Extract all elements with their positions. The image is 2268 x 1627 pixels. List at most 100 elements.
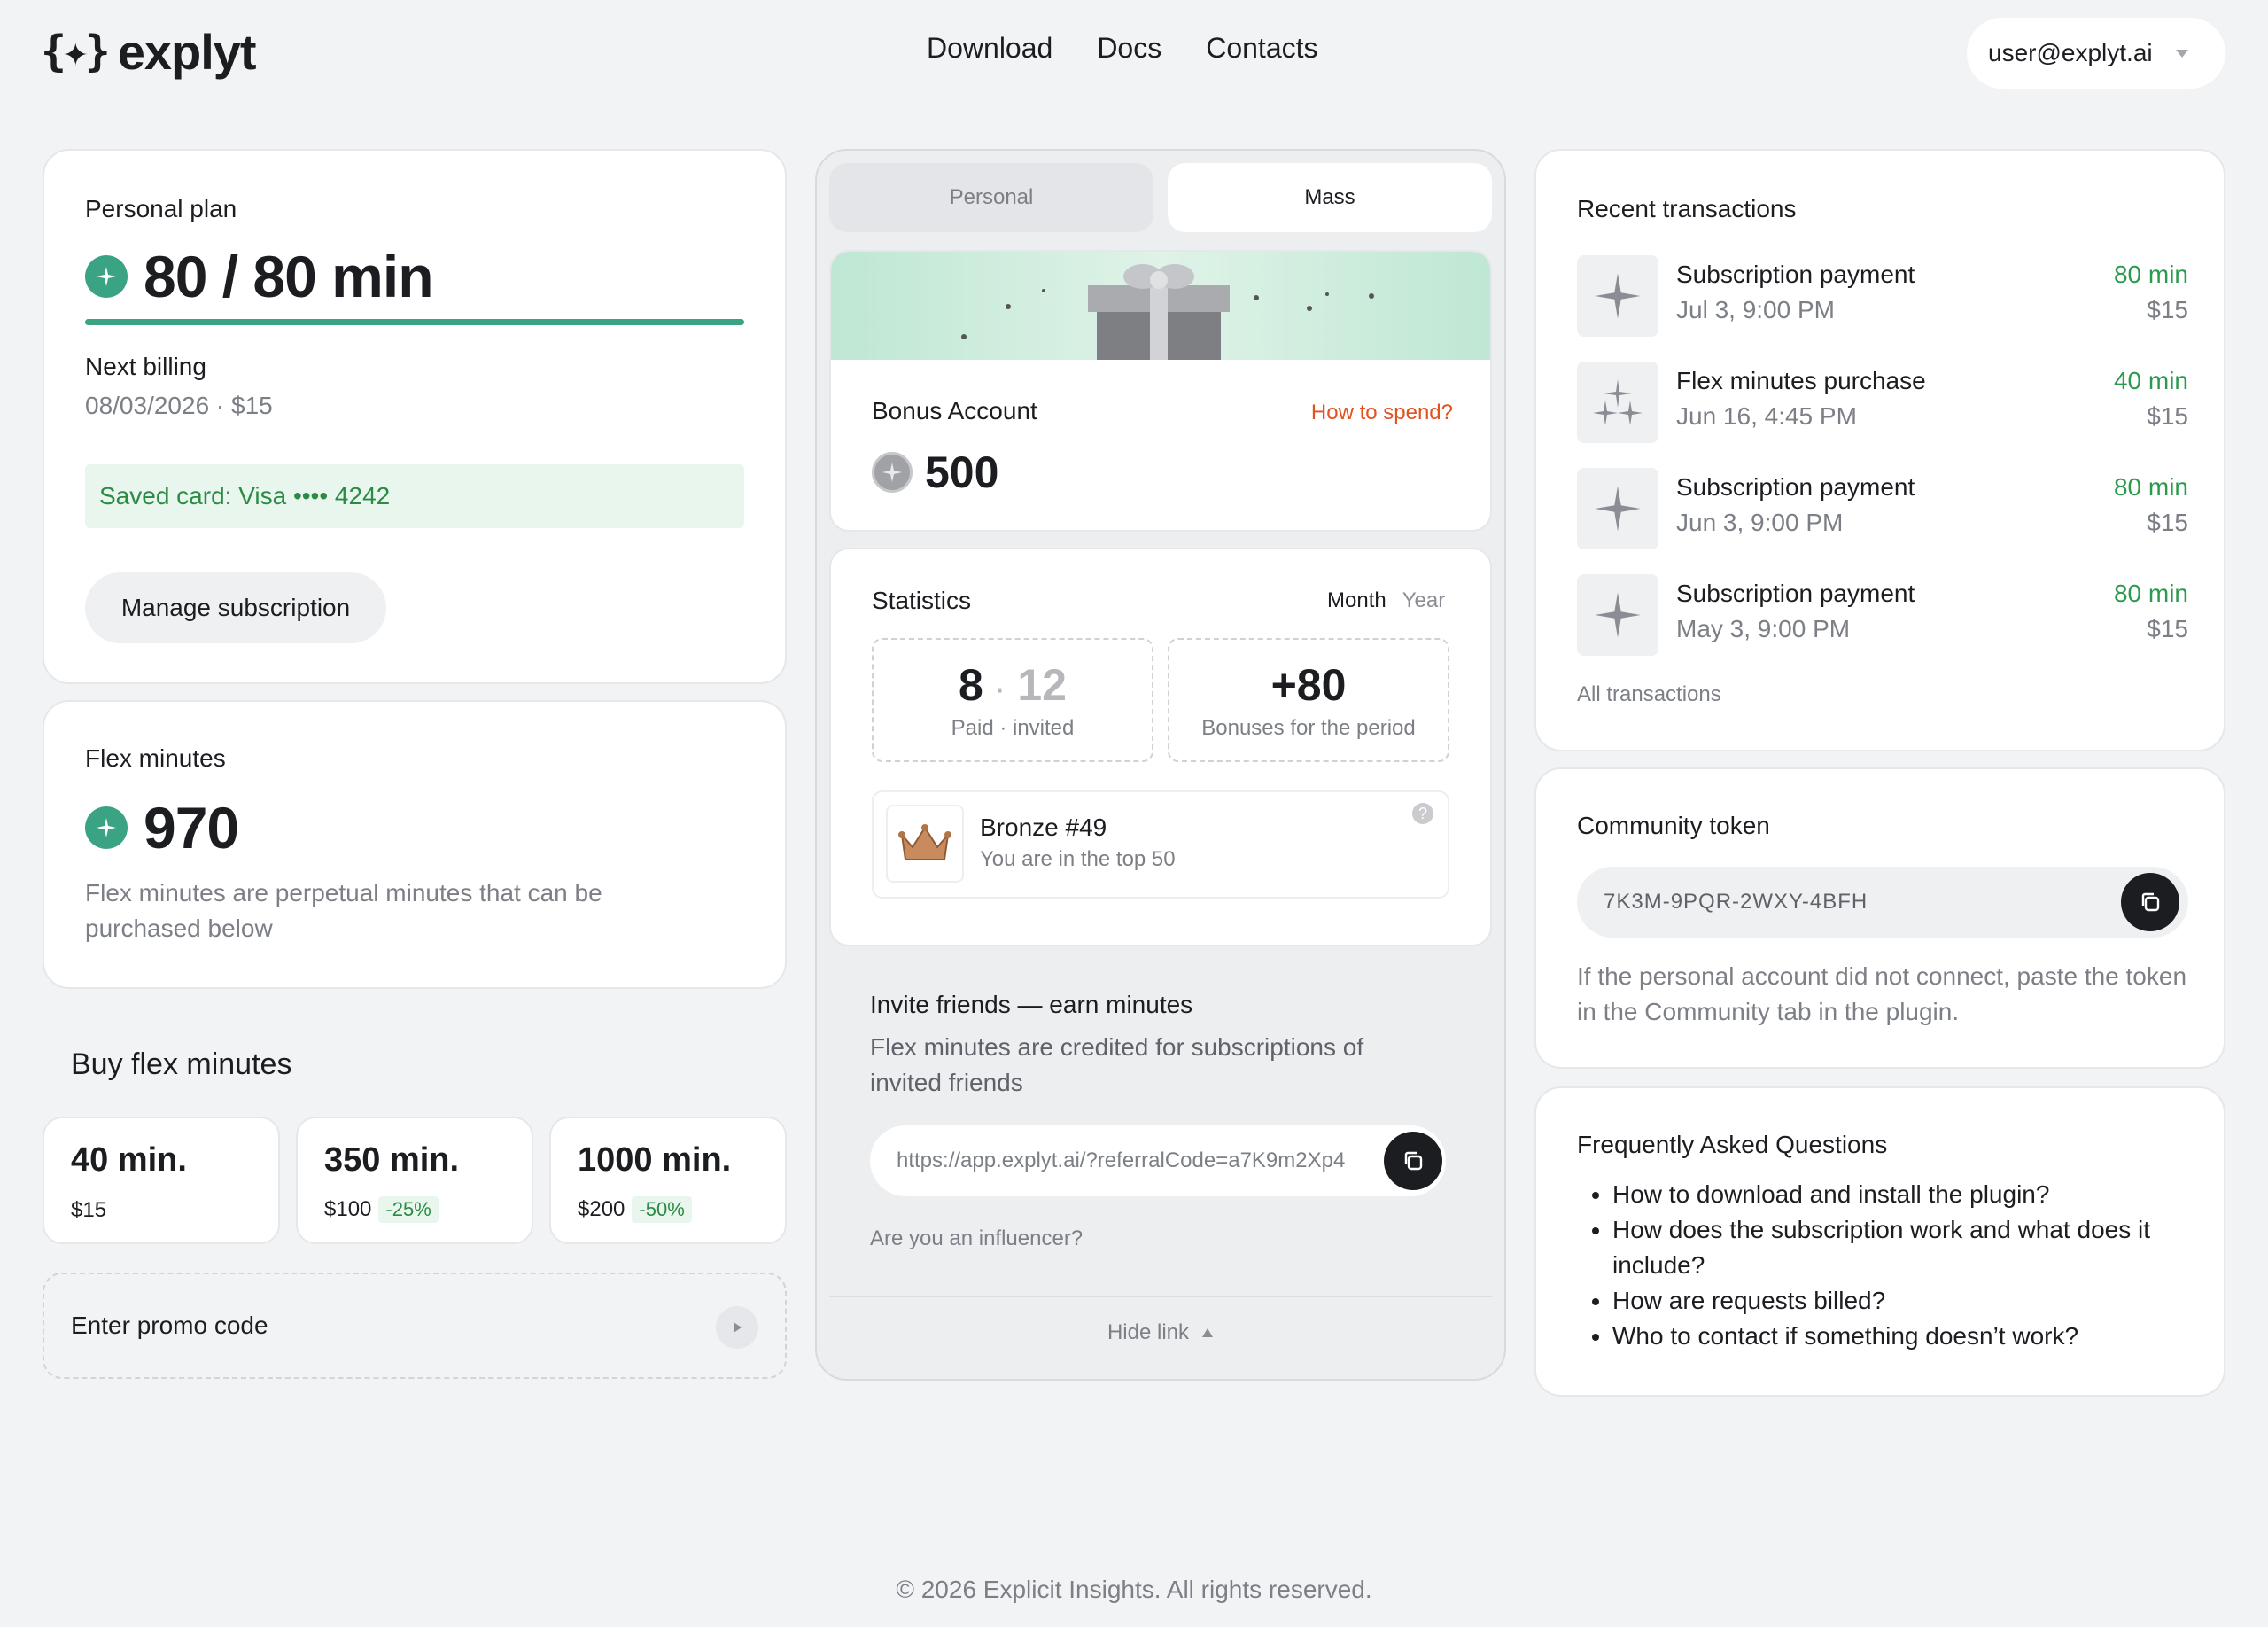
- paid-invited-label: Paid · invited: [951, 716, 1075, 740]
- bonuses-value: +80: [1270, 660, 1347, 710]
- community-token-field[interactable]: 7K3M-9PQR-2WXY-4BFH: [1577, 867, 2188, 938]
- community-token-description: If the personal account did not connect,…: [1577, 962, 2187, 1025]
- faq-title: Frequently Asked Questions: [1577, 1131, 1888, 1158]
- rank-subtitle: You are in the top 50: [980, 847, 1176, 871]
- copy-icon: [2141, 892, 2160, 912]
- buy-option-price: $15: [71, 1198, 107, 1222]
- transaction-amount: $15: [2147, 509, 2188, 536]
- invite-title: Invite friends — earn minutes: [870, 991, 1193, 1018]
- logo-mark-icon: {✦}: [41, 27, 111, 76]
- gift-banner: [831, 252, 1490, 360]
- minutes-progress-track: [85, 319, 744, 325]
- user-menu-button[interactable]: user@explyt.ai: [1967, 18, 2225, 89]
- paid-count: 8: [959, 660, 983, 710]
- promo-submit-button[interactable]: [716, 1306, 758, 1349]
- flex-minutes-title: Flex minutes: [85, 744, 226, 772]
- copy-icon: [1404, 1151, 1423, 1171]
- bonus-account-title: Bonus Account: [872, 397, 1037, 424]
- discount-badge: -50%: [632, 1196, 692, 1223]
- buy-option-minutes: 1000 min.: [578, 1141, 732, 1179]
- buy-option-350[interactable]: 350 min. $100 -25%: [296, 1117, 533, 1244]
- all-transactions-link[interactable]: All transactions: [1577, 682, 1721, 707]
- transaction-amount: $15: [2147, 402, 2188, 430]
- chevron-down-icon: [2175, 49, 2188, 58]
- transaction-title: Flex minutes purchase: [1676, 367, 1926, 394]
- referral-link-field[interactable]: https://app.explyt.ai/?referralCode=a7K9…: [870, 1125, 1446, 1196]
- promo-code-field[interactable]: Enter promo code: [43, 1273, 787, 1379]
- nav-download[interactable]: Download: [927, 32, 1052, 65]
- flex-minutes-description: Flex minutes are perpetual minutes that …: [85, 879, 602, 942]
- sparkle-icon: [1577, 468, 1658, 549]
- minutes-icon: [85, 255, 128, 298]
- hide-link-toggle[interactable]: Hide link: [829, 1296, 1492, 1368]
- tab-mass[interactable]: Mass: [1168, 163, 1492, 232]
- transaction-row[interactable]: Subscription payment Jun 3, 9:00 PM 80 m…: [1577, 468, 2188, 553]
- faq-item[interactable]: How to download and install the plugin?: [1612, 1177, 2162, 1212]
- transaction-title: Subscription payment: [1676, 261, 1915, 288]
- hide-link-label: Hide link: [1107, 1320, 1190, 1344]
- logo-text: explyt: [117, 23, 257, 80]
- manage-subscription-button[interactable]: Manage subscription: [85, 572, 386, 643]
- buy-option-price: $200: [578, 1197, 625, 1221]
- transaction-amount: $15: [2147, 296, 2188, 323]
- faq-item[interactable]: How does the subscription work and what …: [1612, 1212, 2162, 1283]
- buy-option-minutes: 350 min.: [324, 1141, 460, 1179]
- copy-link-button[interactable]: [1384, 1132, 1442, 1190]
- nav-contacts[interactable]: Contacts: [1206, 32, 1317, 65]
- faq-card: Frequently Asked Questions How to downlo…: [1534, 1086, 2225, 1397]
- period-month[interactable]: Month: [1327, 588, 1386, 613]
- minutes-progress-fill: [85, 319, 744, 325]
- flex-minutes-value: 970: [144, 795, 239, 860]
- transaction-row[interactable]: Flex minutes purchase Jun 16, 4:45 PM 40…: [1577, 362, 2188, 447]
- next-billing-label: Next billing: [85, 353, 206, 380]
- invited-count: 12: [1017, 660, 1067, 710]
- tab-personal[interactable]: Personal: [829, 163, 1153, 232]
- nav-docs[interactable]: Docs: [1097, 32, 1161, 65]
- help-icon[interactable]: ?: [1412, 803, 1433, 824]
- buy-option-40[interactable]: 40 min. $15: [43, 1117, 280, 1244]
- flex-minutes-card: Flex minutes 970 Flex minutes are perpet…: [43, 700, 787, 989]
- discount-badge: -25%: [378, 1196, 439, 1223]
- faq-list: How to download and install the plugin? …: [1577, 1177, 2162, 1354]
- faq-item[interactable]: How are requests billed?: [1612, 1283, 2162, 1319]
- transaction-date: Jun 16, 4:45 PM: [1676, 402, 1857, 430]
- main-nav: Download Docs Contacts: [927, 32, 1318, 65]
- chevron-up-icon: [1202, 1328, 1214, 1337]
- community-token-title: Community token: [1577, 812, 1770, 839]
- transaction-date: Jun 3, 9:00 PM: [1676, 509, 1844, 536]
- buy-option-1000[interactable]: 1000 min. $200 -50%: [549, 1117, 787, 1244]
- buy-option-price: $100: [324, 1197, 372, 1221]
- referral-panel: Personal Mass Bonus Account How to spend…: [815, 149, 1506, 1381]
- personal-plan-title: Personal plan: [85, 195, 237, 222]
- invite-description: Flex minutes are credited for subscripti…: [870, 1033, 1364, 1096]
- transaction-minutes: 80 min: [2113, 261, 2188, 288]
- transaction-row[interactable]: Subscription payment May 3, 9:00 PM 80 m…: [1577, 574, 2188, 659]
- transaction-title: Subscription payment: [1676, 473, 1915, 501]
- sparkle-icon: [1577, 574, 1658, 656]
- bonus-value: 500: [925, 448, 999, 497]
- sparkles-icon: [1577, 362, 1658, 443]
- transaction-minutes: 80 min: [2113, 580, 2188, 607]
- period-year[interactable]: Year: [1402, 588, 1446, 613]
- buy-flex-title: Buy flex minutes: [71, 1047, 292, 1081]
- transaction-row[interactable]: Subscription payment Jul 3, 9:00 PM 80 m…: [1577, 255, 2188, 340]
- faq-item[interactable]: Who to contact if something doesn’t work…: [1612, 1319, 2162, 1354]
- user-email: user@explyt.ai: [1988, 39, 2153, 66]
- bonus-account-card: Bonus Account How to spend? 500: [829, 250, 1492, 532]
- play-icon: [734, 1322, 742, 1333]
- transaction-date: Jul 3, 9:00 PM: [1676, 296, 1835, 323]
- transaction-minutes: 40 min: [2113, 367, 2188, 394]
- rank-title: Bronze #49: [980, 814, 1107, 841]
- personal-plan-card: Personal plan 80 / 80 min Next billing 0…: [43, 149, 787, 684]
- sparkle-icon: [1577, 255, 1658, 337]
- influencer-link[interactable]: Are you an influencer?: [870, 1226, 1083, 1251]
- logo[interactable]: {✦} explyt: [41, 23, 257, 80]
- statistics-card: Statistics Month Year 8 · 12 Paid · invi…: [829, 548, 1492, 946]
- how-to-spend-link[interactable]: How to spend?: [1295, 401, 1453, 425]
- buy-option-minutes: 40 min.: [71, 1141, 187, 1179]
- transaction-date: May 3, 9:00 PM: [1676, 615, 1851, 642]
- rank-card: Bronze #49 You are in the top 50 ?: [872, 790, 1449, 899]
- gift-box-icon: [961, 264, 1374, 360]
- community-token-value: 7K3M-9PQR-2WXY-4BFH: [1604, 890, 1868, 914]
- copy-token-button[interactable]: [2121, 873, 2179, 931]
